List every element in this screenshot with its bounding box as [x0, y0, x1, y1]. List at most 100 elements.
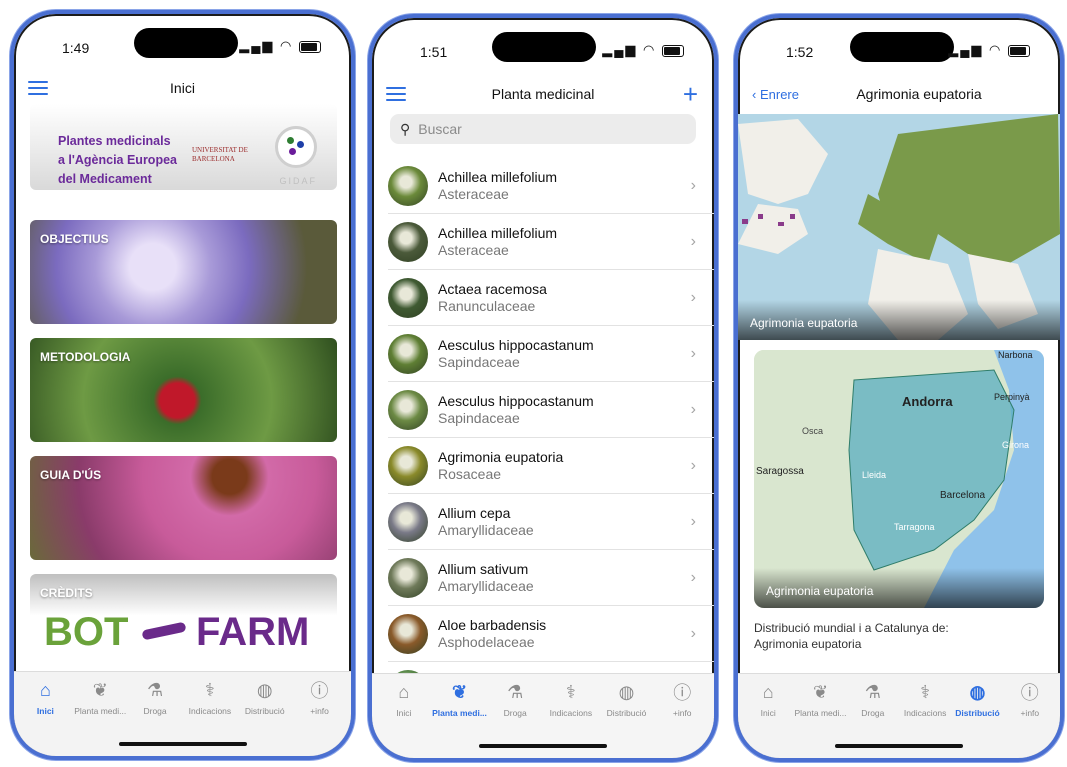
tulip-icon: ❦: [451, 681, 468, 702]
tab-distribucio[interactable]: ◍ Distribució: [599, 680, 655, 719]
plant-name: Allium cepa: [438, 505, 511, 521]
world-distribution-map[interactable]: Agrimonia eupatoria: [738, 114, 1060, 340]
tab-distribucio[interactable]: ◍ Distribució: [951, 680, 1003, 719]
list-item[interactable]: Aesculus hippocastanum Sapindaceae ›: [388, 326, 714, 382]
chevron-right-icon: ›: [690, 289, 696, 306]
plant-family: Asphodelaceae: [438, 634, 535, 650]
tab-inici[interactable]: ⌂ Inici: [18, 678, 73, 717]
card-label: CRÈDITS: [40, 586, 93, 600]
home-indicator: [835, 744, 963, 748]
phone-home-screen: 1:49 ▂▄▆ ◠ Inici Plantes medicinals a l'…: [10, 10, 355, 760]
plant-list: Achillea millefolium Asteraceae › Achillea …: [372, 158, 714, 718]
plant-thumbnail: [388, 613, 428, 654]
add-icon[interactable]: +: [683, 81, 698, 107]
card-objectius[interactable]: OBJECTIUS: [30, 220, 337, 324]
plant-family: Amaryllidaceae: [438, 578, 534, 594]
caduceus-icon: ⚕: [565, 681, 576, 702]
card-metodologia[interactable]: METODOLOGIA: [30, 338, 337, 442]
chevron-right-icon: ›: [690, 401, 696, 418]
map-caption-overlay: Agrimonia eupatoria: [738, 300, 1060, 340]
search-placeholder: Buscar: [418, 121, 462, 137]
map-label-osca: Osca: [802, 426, 824, 436]
tab-indicacions[interactable]: ⚕ Indicacions: [543, 680, 599, 719]
dynamic-island: [492, 32, 596, 62]
home-icon: ⌂: [762, 681, 774, 702]
globe-icon: ◍: [969, 681, 986, 702]
tab-droga[interactable]: ⚗ Droga: [847, 680, 899, 719]
card-credits[interactable]: CRÈDITS BOT FARM: [30, 574, 337, 678]
botfarm-logo-left: BOT: [44, 610, 129, 654]
status-icons: ▂▄▆ ◠: [602, 42, 684, 58]
map-caption: Agrimonia eupatoria: [750, 316, 858, 330]
chevron-right-icon: ›: [690, 569, 696, 586]
list-item[interactable]: Actaea racemosa Ranunculaceae ›: [388, 270, 714, 326]
home-icon: ⌂: [398, 681, 410, 702]
plant-family: Sapindaceae: [438, 354, 520, 370]
tab-droga[interactable]: ⚗ Droga: [487, 680, 543, 719]
plant-name: Allium sativum: [438, 561, 529, 577]
plant-text: Aesculus hippocastanum Sapindaceae: [438, 337, 594, 370]
plant-thumbnail: [388, 277, 428, 318]
list-item[interactable]: Achillea millefolium Asteraceae ›: [388, 214, 714, 270]
plant-text: Achillea millefolium Asteraceae: [438, 169, 557, 202]
tab-inici[interactable]: ⌂ Inici: [742, 680, 794, 719]
list-item[interactable]: Allium cepa Amaryllidaceae ›: [388, 494, 714, 550]
plant-thumbnail: [388, 445, 428, 486]
university-logo: UNIVERSITAT DE BARCELONA: [192, 146, 248, 163]
navigation-bar: Planta medicinal +: [372, 76, 714, 112]
plant-name: Aesculus hippocastanum: [438, 337, 594, 353]
plant-name: Aesculus hippocastanum: [438, 393, 594, 409]
status-icons: ▂▄▆ ◠: [948, 42, 1030, 58]
tab-planta[interactable]: ❦ Planta medi...: [432, 680, 488, 719]
plant-text: Achillea millefolium Asteraceae: [438, 225, 557, 258]
map-label-andorra: Andorra: [902, 394, 953, 409]
page-title: Planta medicinal: [491, 86, 595, 102]
list-item[interactable]: Aloe barbadensis Asphodelaceae ›: [388, 606, 714, 662]
botfarm-logo-right: FARM: [196, 610, 310, 654]
plant-family: Rosaceae: [438, 466, 502, 482]
card-guia-dus[interactable]: GUIA D'ÚS: [30, 456, 337, 560]
chevron-right-icon: ›: [690, 233, 696, 250]
plant-text: Allium cepa Amaryllidaceae: [438, 505, 534, 538]
list-item[interactable]: Aesculus hippocastanum Sapindaceae ›: [388, 382, 714, 438]
search-field[interactable]: ⚲ Buscar: [390, 114, 696, 144]
info-globe-icon: ⓘ: [310, 681, 329, 701]
list-item[interactable]: Allium sativum Amaryllidaceae ›: [388, 550, 714, 606]
page-title: Inici: [170, 80, 195, 96]
tab-distribucio[interactable]: ◍ Distribució: [237, 678, 292, 717]
banner-line-2: a l'Agència Europea: [58, 153, 177, 167]
tab-droga[interactable]: ⚗ Droga: [128, 678, 183, 717]
plant-thumbnail: [388, 333, 428, 374]
plant-thumbnail: [388, 501, 428, 542]
list-item[interactable]: Agrimonia eupatoria Rosaceae ›: [388, 438, 714, 494]
plant-family: Asteraceae: [438, 186, 509, 202]
tab-info[interactable]: ⓘ +info: [292, 678, 347, 716]
distribution-description: Distribució mundial i a Catalunya de: Ag…: [754, 621, 949, 651]
tab-indicacions[interactable]: ⚕ Indicacions: [182, 678, 237, 717]
status-time: 1:49: [62, 40, 90, 56]
globe-icon: ◍: [618, 681, 635, 702]
home-indicator: [479, 744, 607, 748]
tab-inici[interactable]: ⌂ Inici: [376, 680, 432, 719]
search-icon: ⚲: [400, 120, 411, 137]
status-bar: 1:52 ▂▄▆ ◠: [738, 18, 1060, 76]
list-item[interactable]: Achillea millefolium Asteraceae ›: [388, 158, 714, 214]
tab-indicacions[interactable]: ⚕ Indicacions: [899, 680, 951, 719]
catalonia-distribution-map[interactable]: Andorra Barcelona Saragossa Narbona Perp…: [754, 350, 1044, 608]
page-title: Agrimonia eupatoria: [856, 86, 982, 102]
home-icon: ⌂: [39, 679, 51, 700]
tab-planta[interactable]: ❦ Planta medi...: [794, 680, 847, 719]
plant-text: Aesculus hippocastanum Sapindaceae: [438, 393, 594, 426]
tab-info[interactable]: ⓘ +info: [654, 680, 710, 718]
status-icons: ▂▄▆ ◠: [239, 38, 321, 54]
plant-text: Allium sativum Amaryllidaceae: [438, 561, 534, 594]
chevron-right-icon: ›: [690, 177, 696, 194]
map-label-tarragona: Tarragona: [894, 522, 935, 532]
map-label-barcelona: Barcelona: [940, 490, 986, 501]
chevron-right-icon: ›: [690, 345, 696, 362]
tab-planta[interactable]: ❦ Planta medi...: [73, 678, 128, 717]
banner-line-1: Plantes medicinals: [58, 134, 171, 148]
tab-info[interactable]: ⓘ +info: [1004, 680, 1056, 718]
plant-name: Achillea millefolium: [438, 225, 558, 241]
plant-family: Asteraceae: [438, 242, 509, 258]
